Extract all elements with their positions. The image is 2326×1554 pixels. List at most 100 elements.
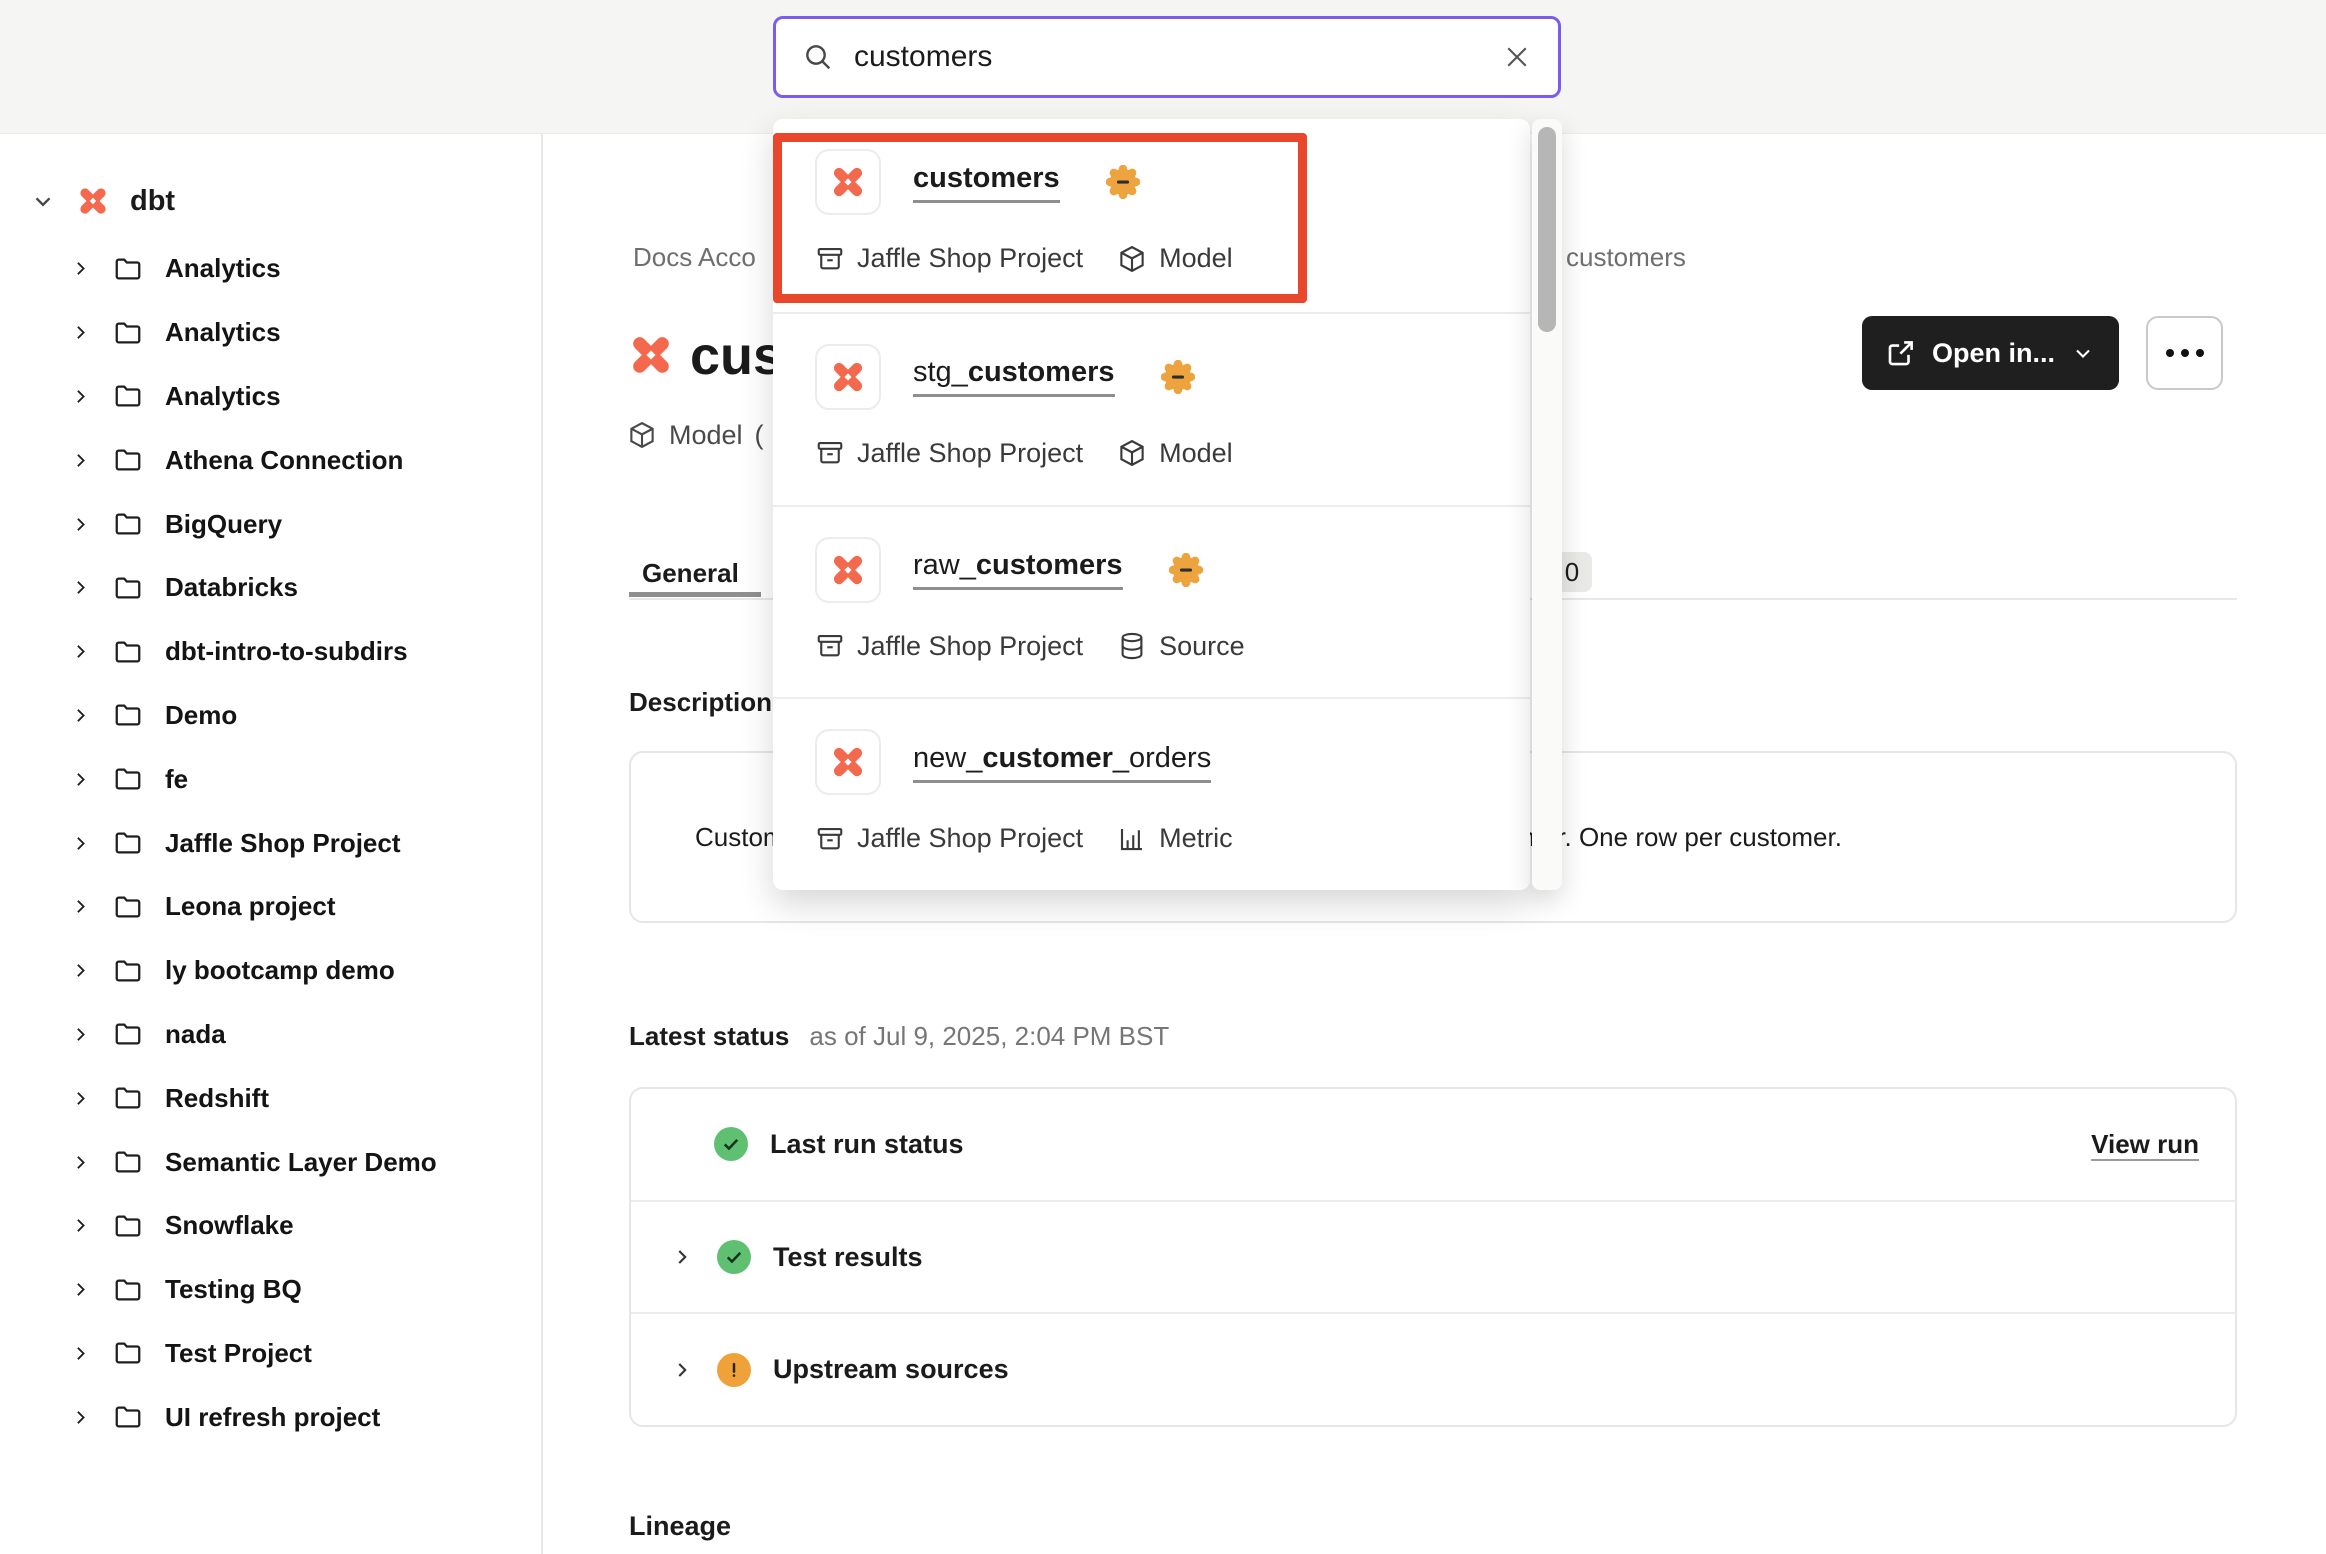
dbt-logo xyxy=(829,551,867,589)
global-search[interactable] xyxy=(773,16,1561,98)
chevron-right-icon[interactable] xyxy=(671,1359,693,1381)
chevron-right-icon[interactable] xyxy=(70,1215,91,1236)
tree-item[interactable]: Athena Connection xyxy=(0,428,541,492)
folder-icon xyxy=(113,573,143,603)
tree-item[interactable]: UI refresh project xyxy=(0,1385,541,1449)
status-card: Last run status View run Test results U xyxy=(629,1087,2237,1427)
chevron-right-icon[interactable] xyxy=(70,1407,91,1428)
chevron-right-icon[interactable] xyxy=(70,1343,91,1364)
model-cube-icon xyxy=(1117,244,1147,274)
last-run-status-row: Last run status View run xyxy=(631,1089,2235,1200)
clear-x-icon[interactable] xyxy=(1502,42,1532,72)
tab-general[interactable]: General xyxy=(642,558,739,589)
tree-item[interactable]: Analytics xyxy=(0,237,541,301)
chevron-right-icon[interactable] xyxy=(70,514,91,535)
tree-item[interactable]: Demo xyxy=(0,684,541,748)
check-circle-icon xyxy=(717,1240,751,1274)
search-input[interactable] xyxy=(854,40,1482,74)
sidebar-divider xyxy=(541,134,543,1554)
chevron-right-icon[interactable] xyxy=(70,960,91,981)
tree-item[interactable]: fe xyxy=(0,747,541,811)
tree-item[interactable]: Test Project xyxy=(0,1322,541,1386)
chevron-right-icon[interactable] xyxy=(70,705,91,726)
verified-badge xyxy=(1161,360,1195,394)
breadcrumb[interactable]: Docs Acco xyxy=(633,242,756,273)
tree-item[interactable]: Jaffle Shop Project xyxy=(0,811,541,875)
chevron-right-icon[interactable] xyxy=(70,1024,91,1045)
chevron-right-icon[interactable] xyxy=(70,1279,91,1300)
tree-item[interactable]: Testing BQ xyxy=(0,1258,541,1322)
chevron-right-icon[interactable] xyxy=(70,1152,91,1173)
folder-icon xyxy=(113,700,143,730)
tree-item[interactable]: ly bootcamp demo xyxy=(0,939,541,1003)
tree-item-label: Testing BQ xyxy=(165,1274,302,1305)
chevron-right-icon[interactable] xyxy=(70,896,91,917)
tree-item[interactable]: dbt-intro-to-subdirs xyxy=(0,620,541,684)
tree-item-label: BigQuery xyxy=(165,509,282,540)
tree-item[interactable]: Databricks xyxy=(0,556,541,620)
folder-icon xyxy=(113,1211,143,1241)
upstream-sources-row[interactable]: Upstream sources xyxy=(631,1312,2235,1425)
tree-item[interactable]: Leona project xyxy=(0,875,541,939)
check-circle-icon xyxy=(714,1127,748,1161)
search-result-item[interactable]: customers xyxy=(773,119,1530,312)
tree-item[interactable]: Redshift xyxy=(0,1066,541,1130)
result-name[interactable]: customers xyxy=(913,162,1060,203)
result-project-label: Jaffle Shop Project xyxy=(857,823,1083,854)
chevron-down-icon xyxy=(2071,341,2095,365)
search-result-item[interactable]: new_customer_orders xyxy=(773,697,1530,890)
tree-item-label: Jaffle Shop Project xyxy=(165,828,401,859)
folder-icon xyxy=(113,1275,143,1305)
tree-item-label: ly bootcamp demo xyxy=(165,955,395,986)
chevron-right-icon[interactable] xyxy=(70,1088,91,1109)
model-cube-icon xyxy=(1117,438,1147,468)
tree-item[interactable]: Analytics xyxy=(0,365,541,429)
chevron-right-icon[interactable] xyxy=(70,833,91,854)
open-in-button[interactable]: Open in... xyxy=(1862,316,2119,390)
chevron-right-icon[interactable] xyxy=(70,386,91,407)
result-project-label: Jaffle Shop Project xyxy=(857,243,1083,274)
model-cube-icon xyxy=(627,420,657,450)
search-result-item[interactable]: stg_customers xyxy=(773,312,1530,505)
status-row-label: Test results xyxy=(773,1242,923,1273)
chevron-right-icon[interactable] xyxy=(70,641,91,662)
tree-item-label: UI refresh project xyxy=(165,1402,380,1433)
chevron-right-icon[interactable] xyxy=(70,577,91,598)
search-icon xyxy=(802,41,834,73)
chevron-down-icon[interactable] xyxy=(30,188,56,214)
tree-item[interactable]: Semantic Layer Demo xyxy=(0,1130,541,1194)
chevron-right-icon[interactable] xyxy=(70,258,91,279)
result-name[interactable]: raw_customers xyxy=(913,549,1123,590)
folder-icon xyxy=(113,828,143,858)
result-tile xyxy=(815,344,881,410)
chevron-right-icon[interactable] xyxy=(70,450,91,471)
result-name[interactable]: stg_customers xyxy=(913,356,1115,397)
open-in-label: Open in... xyxy=(1932,338,2055,369)
result-tile xyxy=(815,729,881,795)
result-type-label: Metric xyxy=(1159,823,1233,854)
view-run-link[interactable]: View run xyxy=(2091,1129,2199,1160)
dropdown-scrollbar[interactable] xyxy=(1532,119,1562,890)
tree-item-label: Test Project xyxy=(165,1338,312,1369)
search-result-item[interactable]: raw_customers xyxy=(773,505,1530,698)
test-results-row[interactable]: Test results xyxy=(631,1200,2235,1313)
active-tab-indicator xyxy=(629,592,761,597)
tree-item[interactable]: BigQuery xyxy=(0,492,541,556)
folder-icon xyxy=(113,1402,143,1432)
tree-item-label: Demo xyxy=(165,700,237,731)
resource-type-label: Model xyxy=(669,420,743,451)
chevron-right-icon[interactable] xyxy=(70,769,91,790)
ellipsis-icon xyxy=(2166,349,2174,357)
chevron-right-icon[interactable] xyxy=(671,1246,693,1268)
tree-item[interactable]: Analytics xyxy=(0,301,541,365)
result-name[interactable]: new_customer_orders xyxy=(913,742,1211,783)
tree-item[interactable]: Snowflake xyxy=(0,1194,541,1258)
chevron-right-icon[interactable] xyxy=(70,322,91,343)
tree-root-dbt[interactable]: dbt xyxy=(0,170,541,232)
folder-icon xyxy=(113,1019,143,1049)
scrollbar-thumb[interactable] xyxy=(1538,127,1556,332)
tree-item[interactable]: nada xyxy=(0,1003,541,1067)
tree-item-label: Databricks xyxy=(165,572,298,603)
dbt-logo xyxy=(829,743,867,781)
more-actions-button[interactable] xyxy=(2146,316,2223,390)
